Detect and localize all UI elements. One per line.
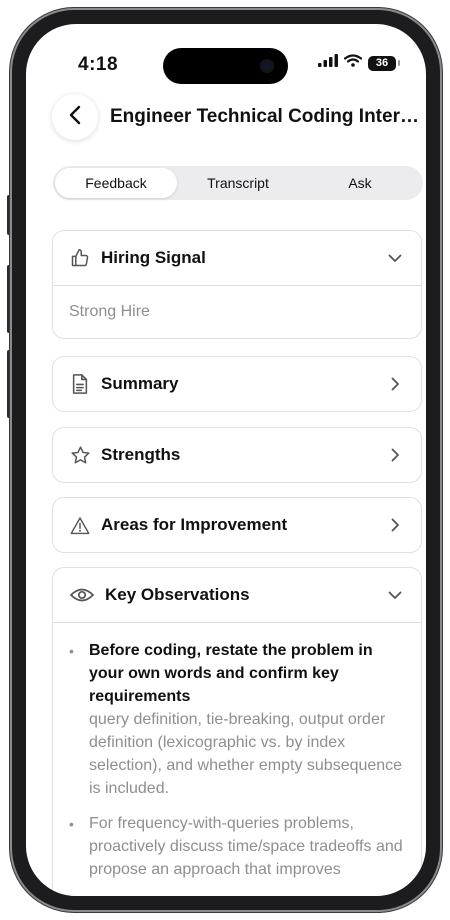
observations-label: Key Observations [105, 585, 250, 604]
list-item: • Before coding, restate the problem in … [69, 639, 403, 800]
improvement-card[interactable]: Areas for Improvement [52, 497, 422, 553]
chevron-right-icon [387, 517, 403, 533]
bullet: • [69, 816, 74, 832]
improvement-header[interactable]: Areas for Improvement [53, 498, 421, 552]
tab-transcript[interactable]: Transcript [177, 168, 299, 198]
page-title: Engineer Technical Coding Interview... [110, 106, 426, 127]
strengths-card[interactable]: Strengths [52, 427, 422, 483]
list-item: • For frequency-with-queries problems, p… [69, 812, 403, 881]
chevron-left-icon [69, 105, 81, 130]
summary-header[interactable]: Summary [53, 357, 421, 411]
observations-list: • Before coding, restate the problem in … [53, 622, 421, 881]
camera-icon [260, 59, 274, 73]
chevron-right-icon [387, 447, 403, 463]
screen: 4:18 36 Engineer Technical Coding Interv… [26, 24, 426, 896]
bullet: • [69, 643, 74, 659]
hiring-signal-header[interactable]: Hiring Signal [53, 231, 421, 285]
tab-ask[interactable]: Ask [299, 168, 421, 198]
hiring-signal-value: Strong Hire [69, 303, 150, 320]
strengths-label: Strengths [101, 445, 181, 464]
warning-icon [69, 514, 91, 536]
star-icon [69, 444, 91, 466]
summary-label: Summary [101, 374, 179, 393]
phone-frame: 4:18 36 Engineer Technical Coding Interv… [12, 10, 440, 910]
observations-card: Key Observations • Before coding, restat… [52, 567, 422, 896]
dynamic-island [163, 48, 288, 84]
thumbs-up-icon [69, 247, 91, 269]
hiring-signal-card: Hiring Signal Strong Hire [52, 230, 422, 339]
wifi-icon [343, 54, 363, 72]
observation-description: For frequency-with-queries problems, pro… [89, 815, 403, 878]
eye-icon [69, 584, 95, 606]
signal-icon [318, 54, 338, 72]
observation-description: query definition, tie-breaking, output o… [89, 711, 403, 797]
tab-feedback[interactable]: Feedback [55, 168, 177, 198]
summary-card[interactable]: Summary [52, 356, 422, 412]
chevron-down-icon [387, 250, 403, 266]
chevron-right-icon [387, 376, 403, 392]
strengths-header[interactable]: Strengths [53, 428, 421, 482]
chevron-down-icon [387, 587, 403, 603]
battery-indicator: 36 [368, 55, 400, 71]
improvement-label: Areas for Improvement [101, 515, 288, 534]
observations-header[interactable]: Key Observations [53, 568, 421, 622]
status-time: 4:18 [78, 54, 119, 75]
tab-bar: Feedback Transcript Ask [53, 166, 423, 200]
back-button[interactable] [52, 94, 98, 140]
hiring-signal-label: Hiring Signal [101, 248, 206, 267]
observation-title: Before coding, restate the problem in yo… [89, 642, 373, 705]
document-icon [69, 373, 91, 395]
status-indicators: 36 [318, 54, 400, 72]
